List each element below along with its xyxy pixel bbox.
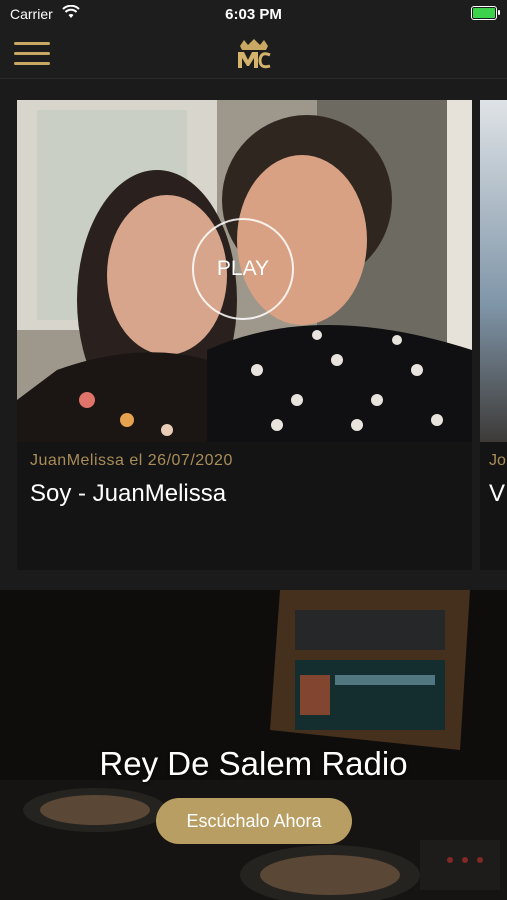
hamburger-menu-icon[interactable] (14, 40, 50, 68)
video-thumbnail[interactable]: PLAY (17, 100, 472, 442)
video-card-next[interactable]: Jo V (480, 100, 507, 570)
radio-banner: Rey De Salem Radio Escúchalo Ahora (0, 590, 507, 900)
listen-now-button[interactable]: Escúchalo Ahora (156, 798, 352, 844)
video-thumbnail-next[interactable] (480, 100, 507, 442)
video-title-next[interactable]: V (489, 480, 505, 508)
status-bar: Carrier 6:03 PM (0, 0, 507, 30)
mc-crown-logo (238, 39, 271, 69)
battery-charging-icon (471, 6, 500, 20)
nav-bar (0, 30, 507, 79)
video-date-author-next: Jo (489, 452, 506, 469)
video-card[interactable]: PLAY JuanMelissa el 26/07/2020 Soy - Jua… (17, 100, 472, 570)
video-title[interactable]: Soy - JuanMelissa (30, 480, 226, 508)
status-time: 6:03 PM (225, 6, 282, 23)
video-carousel[interactable]: PLAY JuanMelissa el 26/07/2020 Soy - Jua… (0, 100, 507, 570)
play-button[interactable]: PLAY (192, 218, 294, 320)
section-divider (0, 570, 507, 590)
radio-title: Rey De Salem Radio (99, 745, 408, 782)
video-date-author: JuanMelissa el 26/07/2020 (30, 452, 233, 469)
